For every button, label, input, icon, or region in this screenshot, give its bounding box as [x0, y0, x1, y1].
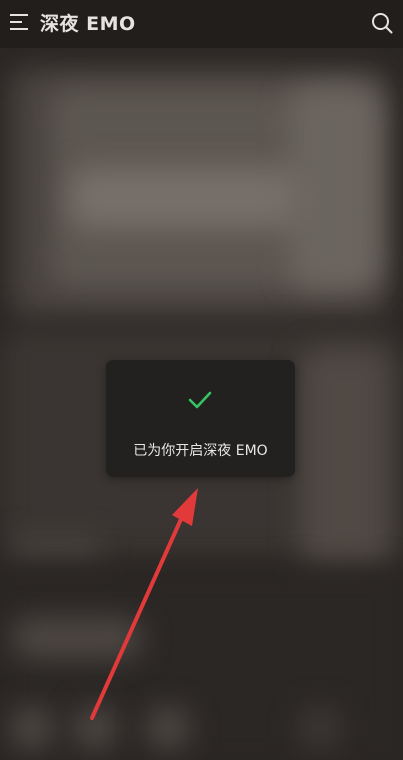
page-title: 深夜 EMO — [40, 13, 136, 35]
top-bar: 深夜 EMO — [0, 0, 403, 48]
app-screen: 深夜 EMO 已为你开启深夜 EMO — [0, 0, 403, 760]
toast-notification: 已为你开启深夜 EMO — [106, 360, 295, 477]
blurred-control-1 — [12, 708, 52, 748]
toast-message: 已为你开启深夜 EMO — [133, 443, 268, 459]
blurred-control-4 — [300, 708, 340, 748]
check-icon — [188, 391, 212, 409]
hamburger-menu-icon[interactable] — [10, 13, 30, 31]
blurred-control-3 — [148, 708, 188, 748]
blurred-control-2 — [75, 708, 115, 748]
blurred-banner-side — [290, 88, 380, 288]
blurred-lower-area — [0, 568, 403, 760]
blurred-content-side — [300, 348, 390, 568]
search-icon[interactable] — [371, 12, 393, 34]
blurred-caption — [12, 538, 102, 558]
blurred-song-title — [12, 618, 142, 658]
